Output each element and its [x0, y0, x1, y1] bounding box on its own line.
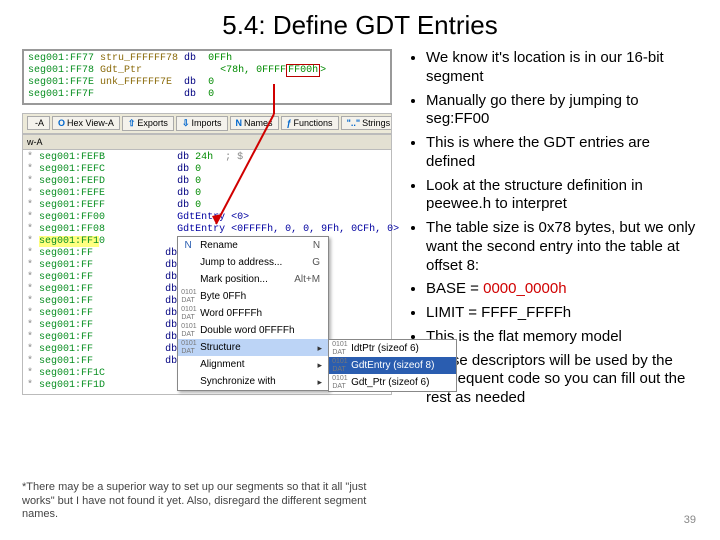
tab-hex-view-a[interactable]: OHex View-A: [52, 116, 120, 130]
ctx-sync[interactable]: Synchronize with: [178, 373, 328, 390]
tab-exports[interactable]: ⇧Exports: [122, 116, 174, 131]
bullet-item: We know it's location is in our 16-bit s…: [426, 49, 698, 87]
tab-imports[interactable]: ⇩Imports: [176, 116, 228, 131]
view-header: w-A: [22, 134, 392, 149]
ctx-struct-gdt_ptr[interactable]: 0101 DATGdt_Ptr (sizeof 6): [329, 374, 456, 391]
ctx-data-word[interactable]: 0101 DATWord 0FFFFh: [178, 305, 328, 322]
ctx-struct-idtptr[interactable]: 0101 DATIdtPtr (sizeof 6): [329, 340, 456, 357]
tab--a[interactable]: -A: [27, 116, 50, 130]
ctx-alignment[interactable]: Alignment: [178, 356, 328, 373]
tab-strings[interactable]: ".."Strings: [341, 116, 392, 130]
context-menu: NRenameNJump to address...GMark position…: [177, 236, 329, 391]
ctx-structure-submenu: 0101 DATIdtPtr (sizeof 6)0101 DATGdtEntr…: [328, 339, 457, 392]
tab-names[interactable]: NNames: [230, 116, 279, 130]
ctx-rename[interactable]: NRenameN: [178, 237, 328, 254]
ctx-jump-to-address-[interactable]: Jump to address...G: [178, 254, 328, 271]
ctx-mark-position-[interactable]: Mark position...Alt+M: [178, 271, 328, 288]
ctx-data-double[interactable]: 0101 DATDouble word 0FFFFh: [178, 322, 328, 339]
ctx-data-byte[interactable]: 0101 DATByte 0FFh: [178, 288, 328, 305]
main-disasm-panel: * seg001:FEFB db 24h ; $ * seg001:FEFC d…: [22, 149, 392, 395]
bullet-item: Manually go there by jumping to seg:FF00: [426, 92, 698, 130]
bullet-limit: LIMIT = FFFF_FFFFh: [426, 304, 698, 323]
bullet-item: This is the flat memory model: [426, 328, 698, 347]
slide-title: 5.4: Define GDT Entries: [22, 10, 698, 41]
bullet-item: Look at the structure definition in peew…: [426, 177, 698, 215]
bullet-item: This is where the GDT entries are define…: [426, 134, 698, 172]
ida-tabbar: -AOHex View-A⇧Exports⇩ImportsNNamesƒFunc…: [22, 113, 392, 134]
bullet-item: The table size is 0x78 bytes, but we onl…: [426, 219, 698, 275]
top-disasm-panel: seg001:FF77 stru_FFFFFF78 db 0FFh seg001…: [22, 49, 392, 105]
footnote: *There may be a superior way to set up o…: [22, 481, 392, 522]
page-number: 39: [684, 514, 696, 526]
tab-functions[interactable]: ƒFunctions: [281, 116, 339, 130]
bullet-base: BASE = 0000_0000h: [426, 280, 698, 299]
ctx-struct-gdtentry[interactable]: 0101 DATGdtEntry (sizeof 8): [329, 357, 456, 374]
ctx-structure[interactable]: 0101 DATStructure0101 DATIdtPtr (sizeof …: [178, 339, 328, 356]
bullet-item: These descriptors will be used by the su…: [426, 352, 698, 408]
